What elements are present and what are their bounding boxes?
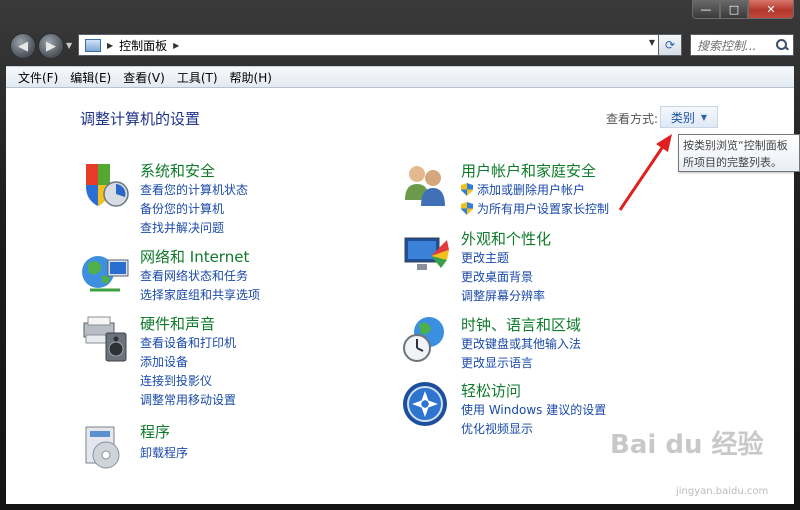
window-controls: — □ ✕ [692,0,794,20]
clock-language-icon[interactable] [401,314,451,364]
chevron-down-icon: ▼ [700,112,708,122]
user-accounts-icon[interactable] [401,160,451,210]
minimize-button[interactable]: — [692,0,720,19]
address-path[interactable]: 控制面板 [119,37,167,54]
link-windows-suggested-settings[interactable]: 使用 Windows 建议的设置 [461,401,606,418]
link-add-remove-accounts[interactable]: 添加或删除用户帐户 [461,181,585,198]
view-by-label: 查看方式: [606,112,659,126]
uac-shield-icon [461,202,473,215]
category-title[interactable]: 硬件和声音 [140,313,215,334]
link-display-language[interactable]: 更改显示语言 [461,354,533,371]
link-label: 添加或删除用户帐户 [477,183,586,197]
category-title[interactable]: 网络和 Internet [140,246,249,267]
link-keyboard-input[interactable]: 更改键盘或其他输入法 [461,335,581,352]
menu-view[interactable]: 查看(V) [117,69,171,86]
programs-icon[interactable] [80,421,130,471]
window-frame: — □ ✕ ◀ ▶ ▼ ▶ 控制面板 ▶ ▼ ⟳ 搜索控制... 文件(F) 编… [0,0,800,510]
baidu-watermark: Bai du 经验 [610,430,764,460]
path-separator-icon[interactable]: ▶ [107,41,113,50]
menu-edit[interactable]: 编辑(E) [64,69,117,86]
close-button[interactable]: ✕ [748,0,794,19]
menu-file[interactable]: 文件(F) [12,69,64,86]
category-appearance: 外观和个性化 更改主题 更改桌面背景 调整屏幕分辨率 [401,228,701,304]
link-parental-controls[interactable]: 为所有用户设置家长控制 [461,200,609,217]
uac-shield-icon [461,183,473,196]
category-clock-language: 时钟、语言和区域 更改键盘或其他输入法 更改显示语言 [401,314,701,370]
view-by-value: 类别 [670,110,695,125]
link-network-status[interactable]: 查看网络状态和任务 [140,267,248,284]
refresh-button[interactable]: ⟳ [658,34,682,56]
page-title: 调整计算机的设置 [80,110,201,128]
category-system-security: 系统和安全 查看您的计算机状态 备份您的计算机 查找并解决问题 [80,160,380,235]
system-security-icon[interactable] [80,160,130,210]
category-programs: 程序 卸载程序 [80,421,380,473]
maximize-button[interactable]: □ [720,0,748,19]
link-label: 为所有用户设置家长控制 [477,202,610,216]
link-connect-projector[interactable]: 连接到投影仪 [140,372,212,389]
hardware-sound-icon[interactable] [80,313,130,363]
link-uninstall-program[interactable]: 卸载程序 [140,444,188,461]
category-hardware-sound: 硬件和声音 查看设备和打印机 添加设备 连接到投影仪 调整常用移动设置 [80,313,380,408]
address-bar[interactable]: ▶ 控制面板 ▶ ▼ [78,34,660,56]
ease-of-access-icon[interactable] [401,380,451,430]
category-title[interactable]: 时钟、语言和区域 [461,314,581,335]
category-network-internet: 网络和 Internet 查看网络状态和任务 选择家庭组和共享选项 [80,246,380,303]
search-icon[interactable] [775,38,789,52]
search-placeholder: 搜索控制... [697,38,757,53]
category-title[interactable]: 轻松访问 [461,380,521,401]
menu-tools[interactable]: 工具(T) [171,69,224,86]
appearance-icon[interactable] [401,228,451,278]
category-user-accounts: 用户帐户和家庭安全 添加或删除用户帐户 为所有用户设置家长控制 [401,160,701,216]
link-optimize-video[interactable]: 优化视频显示 [461,420,533,437]
view-by-dropdown[interactable]: 类别 ▼ [660,106,718,128]
network-internet-icon[interactable] [80,246,130,296]
link-add-device[interactable]: 添加设备 [140,353,188,370]
address-dropdown-icon[interactable]: ▼ [649,38,655,47]
link-devices-printers[interactable]: 查看设备和打印机 [140,334,236,351]
link-change-theme[interactable]: 更改主题 [461,249,509,266]
link-desktop-background[interactable]: 更改桌面背景 [461,268,533,285]
menu-bar: 文件(F) 编辑(E) 查看(V) 工具(T) 帮助(H) [6,66,794,88]
link-screen-resolution[interactable]: 调整屏幕分辨率 [461,287,545,304]
control-panel-icon [85,38,101,52]
category-title[interactable]: 外观和个性化 [461,228,551,249]
navigation-bar: ◀ ▶ ▼ ▶ 控制面板 ▶ ▼ ⟳ 搜索控制... [6,30,794,62]
tooltip-line-1: 按类别浏览“控制面板 [683,139,788,152]
link-check-computer-status[interactable]: 查看您的计算机状态 [140,181,248,198]
search-input[interactable]: 搜索控制... [690,34,794,56]
link-homegroup-sharing[interactable]: 选择家庭组和共享选项 [140,286,260,303]
recent-pages-dropdown-icon[interactable]: ▼ [66,41,72,50]
link-troubleshoot[interactable]: 查找并解决问题 [140,219,224,236]
menu-help[interactable]: 帮助(H) [224,69,278,86]
link-backup-computer[interactable]: 备份您的计算机 [140,200,224,217]
baidu-watermark-url: jingyan.baidu.com [676,486,769,497]
category-title[interactable]: 系统和安全 [140,160,215,181]
back-button[interactable]: ◀ [10,33,36,59]
forward-button[interactable]: ▶ [38,33,64,59]
category-title[interactable]: 程序 [140,421,170,442]
category-title[interactable]: 用户帐户和家庭安全 [461,160,596,181]
path-separator-icon[interactable]: ▶ [173,41,179,50]
link-mobility-settings[interactable]: 调整常用移动设置 [140,391,236,408]
